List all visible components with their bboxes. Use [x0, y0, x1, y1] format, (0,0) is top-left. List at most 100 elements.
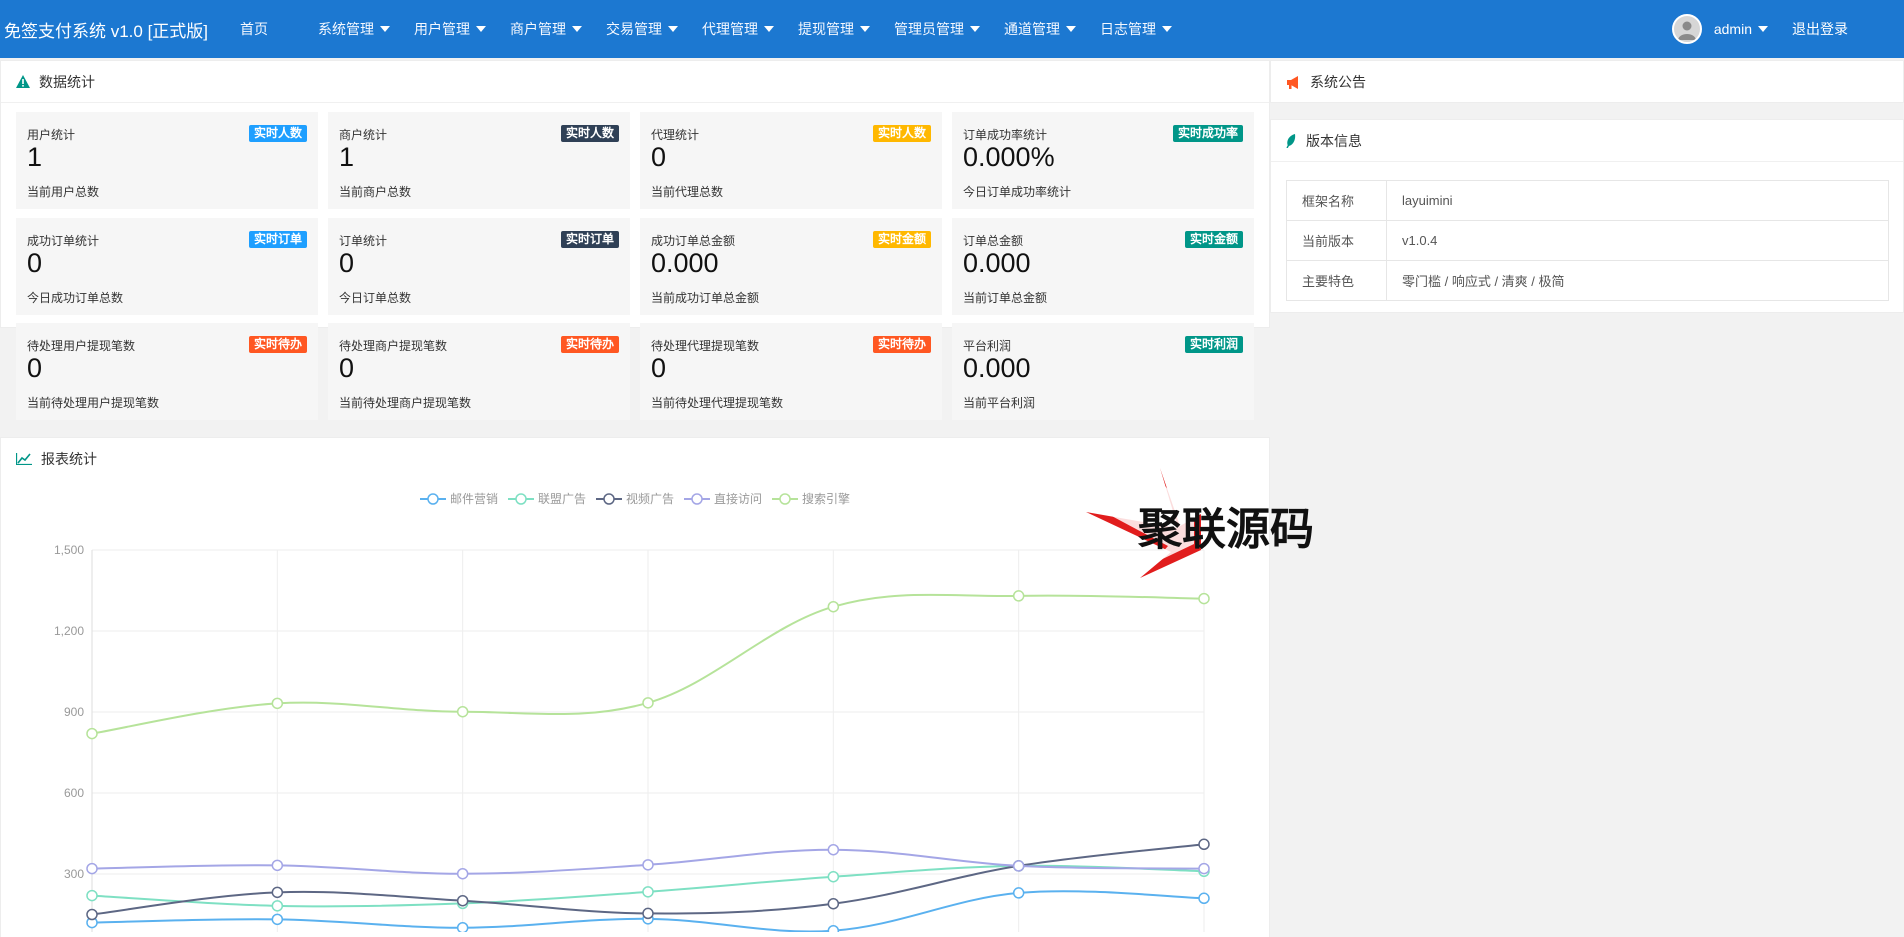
stat-card: 订单总金额 实时金额 0.000 当前订单总金额 [952, 218, 1254, 315]
stat-card: 订单成功率统计 实时成功率 0.000% 今日订单成功率统计 [952, 112, 1254, 209]
stat-description: 今日成功订单总数 [27, 291, 124, 305]
status-badge: 实时人数 [560, 125, 619, 142]
data-point [642, 886, 654, 898]
user-name-label: admin [1713, 21, 1752, 37]
logout-link[interactable]: 退出登录 [1792, 19, 1848, 39]
stat-value: 0.000% [963, 142, 1055, 172]
stat-card: 代理统计 实时人数 0 当前代理总数 [640, 112, 942, 209]
data-point [827, 870, 840, 883]
data-point [1012, 887, 1025, 899]
legend-marker-icon [684, 492, 710, 505]
nav-item[interactable]: 商户管理 [498, 0, 594, 58]
chevron-down-icon [476, 26, 486, 32]
legend-item[interactable]: 联盟广告 [507, 490, 586, 507]
legend-item[interactable]: 视频广告 [595, 490, 674, 507]
stat-value: 0 [339, 248, 355, 278]
y-tick-label: 1,500 [54, 543, 84, 557]
notice-panel-title: 系统公告 [1310, 74, 1366, 90]
status-badge: 实时待办 [248, 336, 307, 353]
top-navbar: 免签支付系统 v1.0 [正式版] 首页 系统管理 用户管理 商户管理 交易管理 代理管理… [0, 0, 1904, 58]
user-menu[interactable]: admin [1714, 21, 1768, 37]
data-point [86, 889, 98, 902]
data-point [827, 600, 840, 613]
stat-title: 待处理代理提现笔数 [651, 339, 760, 353]
nav-item[interactable]: 用户管理 [402, 0, 498, 58]
stat-description: 当前成功订单总金额 [651, 291, 760, 305]
report-panel-title: 报表统计 [41, 451, 97, 467]
data-point [86, 908, 98, 921]
stat-description: 当前待处理用户提现笔数 [27, 396, 160, 410]
stat-description: 当前代理总数 [651, 185, 724, 199]
nav-item[interactable]: 日志管理 [1088, 0, 1184, 58]
nav-item[interactable]: 首页 [220, 0, 306, 58]
stat-card: 待处理商户提现笔数 实时待办 0 当前待处理商户提现笔数 [328, 323, 630, 420]
user-avatar-icon [1677, 21, 1696, 40]
status-badge: 实时订单 [248, 231, 307, 248]
data-point [1198, 838, 1210, 851]
legend-item[interactable]: 搜索引擎 [772, 490, 850, 507]
chevron-down-icon [1066, 26, 1076, 32]
stat-card: 待处理代理提现笔数 实时待办 0 当前待处理代理提现笔数 [640, 323, 942, 420]
table-value-cell: v1.0.4 [1386, 220, 1889, 261]
data-point [642, 859, 654, 871]
stat-description: 当前待处理商户提现笔数 [339, 396, 472, 410]
stat-value: 1 [27, 142, 43, 172]
nav-item-label: 首页 [240, 21, 268, 37]
data-point [271, 886, 284, 899]
nav-item-label: 商户管理 [510, 21, 566, 37]
chevron-down-icon [970, 26, 980, 32]
nav-item[interactable]: 系统管理 [306, 0, 402, 58]
chevron-down-icon [572, 26, 582, 32]
chevron-down-icon [860, 26, 870, 32]
legend-label: 直接访问 [714, 492, 763, 506]
stat-description: 当前订单总金额 [963, 291, 1048, 305]
y-tick-label: 300 [64, 867, 84, 881]
chevron-down-icon [668, 26, 678, 32]
status-badge: 实时人数 [872, 125, 931, 142]
chevron-down-icon [1162, 26, 1172, 32]
stat-card: 成功订单总金额 实时金额 0.000 当前成功订单总金额 [640, 218, 942, 315]
stat-value: 0 [27, 248, 43, 278]
status-badge: 实时金额 [872, 231, 931, 248]
data-point [456, 894, 469, 907]
stat-value: 0 [651, 142, 667, 172]
status-badge: 实时订单 [560, 231, 619, 248]
legend-item[interactable]: 邮件营销 [419, 490, 498, 507]
data-point [827, 924, 840, 932]
data-point [827, 897, 840, 910]
nav-item-label: 交易管理 [606, 21, 662, 37]
table-value-cell: layuimini [1386, 180, 1889, 221]
nav-item-label: 用户管理 [414, 21, 470, 37]
app-brand[interactable]: 免签支付系统 v1.0 [正式版] [0, 17, 220, 42]
nav-item[interactable]: 通道管理 [992, 0, 1088, 58]
legend-marker-icon [507, 492, 534, 505]
stat-title: 商户统计 [339, 128, 388, 142]
status-badge: 实时待办 [872, 336, 931, 353]
stat-value: 0.000 [963, 248, 1031, 278]
stats-panel-header: 数据统计 [1, 61, 1269, 103]
data-point [1198, 592, 1210, 605]
legend-label: 邮件营销 [449, 492, 498, 506]
stat-card: 成功订单统计 实时订单 0 今日成功订单总数 [16, 218, 318, 315]
nav-item-label: 管理员管理 [894, 21, 964, 37]
legend-marker-icon [595, 492, 622, 505]
stat-title: 订单统计 [339, 234, 388, 248]
nav-item[interactable]: 提现管理 [786, 0, 882, 58]
data-point [1012, 590, 1025, 602]
data-point [1198, 862, 1210, 875]
table-row: 当前版本 v1.0.4 [1286, 220, 1889, 261]
nav-item-label: 通道管理 [1004, 21, 1060, 37]
user-area: admin 退出登录 [1671, 0, 1904, 58]
stat-value: 0.000 [651, 248, 719, 278]
data-point [456, 921, 469, 932]
stat-title: 待处理用户提现笔数 [27, 339, 136, 353]
nav-item[interactable]: 代理管理 [690, 0, 786, 58]
table-value-cell: 零门槛 / 响应式 / 清爽 / 极简 [1386, 260, 1889, 301]
stat-title: 订单成功率统计 [963, 128, 1048, 142]
nav-item[interactable]: 交易管理 [594, 0, 690, 58]
nav-item[interactable]: 管理员管理 [882, 0, 992, 58]
stat-card: 待处理用户提现笔数 实时待办 0 当前待处理用户提现笔数 [16, 323, 318, 420]
avatar[interactable] [1671, 14, 1702, 44]
legend-item[interactable]: 直接访问 [684, 490, 762, 507]
stat-value: 0.000 [963, 353, 1031, 383]
